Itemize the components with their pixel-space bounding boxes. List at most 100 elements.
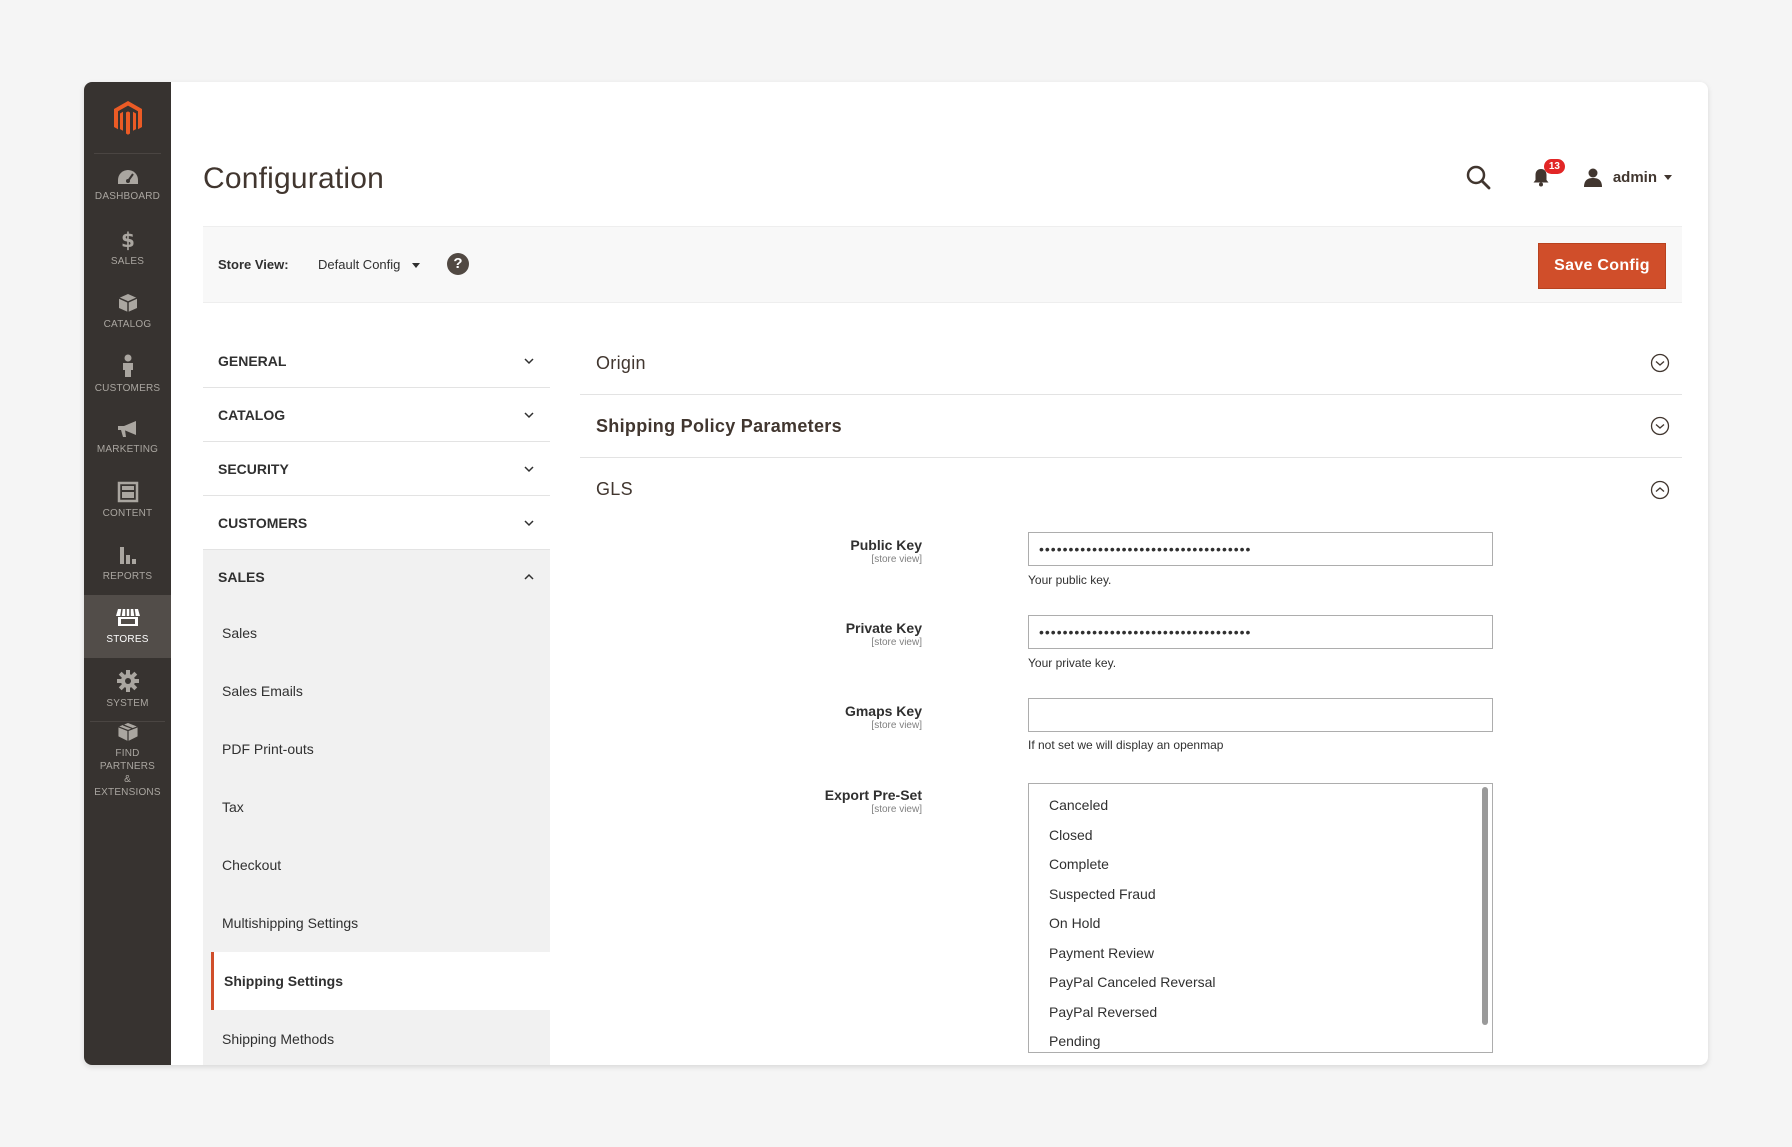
chevron-down-icon <box>412 263 421 269</box>
help-icon[interactable]: ? <box>447 253 469 275</box>
expand-icon <box>1650 353 1670 373</box>
tab-label: CATALOG <box>218 406 286 423</box>
subtab-sales-emails[interactable]: Sales Emails <box>203 662 550 720</box>
user-icon <box>1583 168 1602 187</box>
magento-logo[interactable] <box>94 82 161 154</box>
multiselect-option[interactable]: Canceled <box>1029 796 1492 826</box>
private-key-input[interactable] <box>1028 615 1493 649</box>
nav-system[interactable]: SYSTEM <box>84 658 171 721</box>
nav-content[interactable]: CONTENT <box>84 469 171 532</box>
sales-subtabs: Sales Sales Emails PDF Print-outs Tax Ch… <box>203 604 550 1065</box>
public-key-note: Your public key. <box>1028 573 1112 587</box>
tab-sales[interactable]: SALES <box>203 550 550 604</box>
private-key-note: Your private key. <box>1028 656 1117 670</box>
gear-icon <box>116 670 139 692</box>
admin-window: DASHBOARD $ SALES CATALOG CUSTOMERS MARK… <box>84 82 1708 1065</box>
nav-label: CUSTOMERS <box>94 383 161 394</box>
nav-sales[interactable]: $ SALES <box>84 217 171 280</box>
nav-label: FIND PARTNERS <box>99 748 156 772</box>
nav-reports[interactable]: REPORTS <box>84 532 171 595</box>
section-title: GLS <box>596 479 633 499</box>
subtab-shipping-methods[interactable]: Shipping Methods <box>203 1010 550 1065</box>
subtab-sales[interactable]: Sales <box>203 604 550 662</box>
person-icon <box>122 354 133 377</box>
config-tabs: GENERAL CATALOG SECURITY CUSTOMERS SALES… <box>203 334 550 1065</box>
search-icon[interactable] <box>1465 164 1491 190</box>
nav-stores[interactable]: STORES <box>84 595 171 658</box>
tab-catalog[interactable]: CATALOG <box>203 388 550 442</box>
export-preset-multiselect[interactable]: Canceled Closed Complete Suspected Fraud… <box>1028 783 1493 1053</box>
chevron-down-icon <box>1664 174 1672 180</box>
nav-catalog[interactable]: CATALOG <box>84 280 171 343</box>
bar-chart-icon <box>119 547 136 564</box>
multiselect-option[interactable]: Complete <box>1029 855 1492 885</box>
nav-label: MARKETING <box>96 444 159 455</box>
chevron-up-icon <box>524 573 534 580</box>
chevron-down-icon <box>524 411 534 418</box>
multiselect-option[interactable]: Suspected Fraud <box>1029 885 1492 915</box>
notification-badge: 13 <box>1543 159 1565 174</box>
multiselect-option[interactable]: PayPal Reversed <box>1029 1003 1492 1033</box>
nav-customers[interactable]: CUSTOMERS <box>84 343 171 406</box>
nav-label: CONTENT <box>102 508 153 519</box>
section-origin[interactable]: Origin <box>580 332 1682 395</box>
subtab-multishipping-settings[interactable]: Multishipping Settings <box>203 894 550 952</box>
tab-label: SALES <box>218 569 265 585</box>
private-key-label: Private Key [store view] <box>845 620 922 648</box>
public-key-label: Public Key [store view] <box>850 537 922 565</box>
multiselect-option[interactable]: Pending <box>1029 1032 1492 1052</box>
header-actions: 13 admin <box>1465 159 1672 190</box>
tab-label: CUSTOMERS <box>218 514 308 531</box>
megaphone-icon <box>117 421 136 437</box>
store-view-bar: Store View: Default Config ? Save Config <box>203 226 1682 303</box>
svg-text:$: $ <box>121 229 135 251</box>
nav-label: STORES <box>106 634 149 645</box>
gmaps-key-input[interactable] <box>1028 698 1493 732</box>
tab-general[interactable]: GENERAL <box>203 334 550 388</box>
user-menu[interactable]: admin <box>1583 167 1672 187</box>
nav-label: CATALOG <box>103 319 152 330</box>
nav-marketing[interactable]: MARKETING <box>84 406 171 469</box>
store-icon <box>115 608 140 626</box>
gmaps-key-note: If not set we will display an openmap <box>1028 738 1224 752</box>
dollar-icon: $ <box>121 229 135 251</box>
section-shipping-policy[interactable]: Shipping Policy Parameters <box>580 395 1682 458</box>
nav-dashboard[interactable]: DASHBOARD <box>84 154 171 217</box>
tab-label: SECURITY <box>218 460 289 477</box>
chevron-down-icon <box>524 357 534 364</box>
public-key-input[interactable] <box>1028 532 1493 566</box>
admin-sidebar: DASHBOARD $ SALES CATALOG CUSTOMERS MARK… <box>84 82 171 1065</box>
subtab-shipping-settings[interactable]: Shipping Settings <box>211 952 550 1010</box>
chevron-down-icon <box>524 519 534 526</box>
multiselect-option[interactable]: Payment Review <box>1029 944 1492 974</box>
page-title: Configuration <box>203 162 385 195</box>
save-config-button[interactable]: Save Config <box>1538 243 1666 289</box>
collapse-icon <box>1650 480 1670 499</box>
nav-find-partners[interactable]: FIND PARTNERS & EXTENSIONS <box>90 721 165 799</box>
chevron-down-icon <box>524 465 534 472</box>
gmaps-key-label: Gmaps Key [store view] <box>844 703 922 731</box>
tab-customers[interactable]: CUSTOMERS <box>203 496 550 550</box>
multiselect-option[interactable]: On Hold <box>1029 914 1492 944</box>
expand-icon <box>1650 416 1670 436</box>
tab-security[interactable]: SECURITY <box>203 442 550 496</box>
multiselect-option[interactable]: Closed <box>1029 826 1492 856</box>
magento-logo-icon <box>113 100 142 135</box>
layout-icon <box>117 481 138 503</box>
store-view-switcher[interactable]: Default Config <box>318 257 421 272</box>
dashboard-icon <box>117 170 138 184</box>
nav-label: DASHBOARD <box>94 191 161 202</box>
nav-label: & EXTENSIONS <box>94 774 161 798</box>
subtab-tax[interactable]: Tax <box>203 778 550 836</box>
scrollbar[interactable] <box>1482 787 1488 1025</box>
export-preset-label: Export Pre-Set [store view] <box>824 787 922 815</box>
subtab-pdf-print-outs[interactable]: PDF Print-outs <box>203 720 550 778</box>
nav-label: REPORTS <box>102 571 153 582</box>
nav-label: SYSTEM <box>106 698 149 709</box>
cube-icon <box>118 294 137 312</box>
notifications-button[interactable]: 13 <box>1531 159 1565 187</box>
store-view-label: Store View: <box>218 257 289 272</box>
section-gls[interactable]: GLS <box>580 458 1682 521</box>
subtab-checkout[interactable]: Checkout <box>203 836 550 894</box>
multiselect-option[interactable]: PayPal Canceled Reversal <box>1029 973 1492 1003</box>
